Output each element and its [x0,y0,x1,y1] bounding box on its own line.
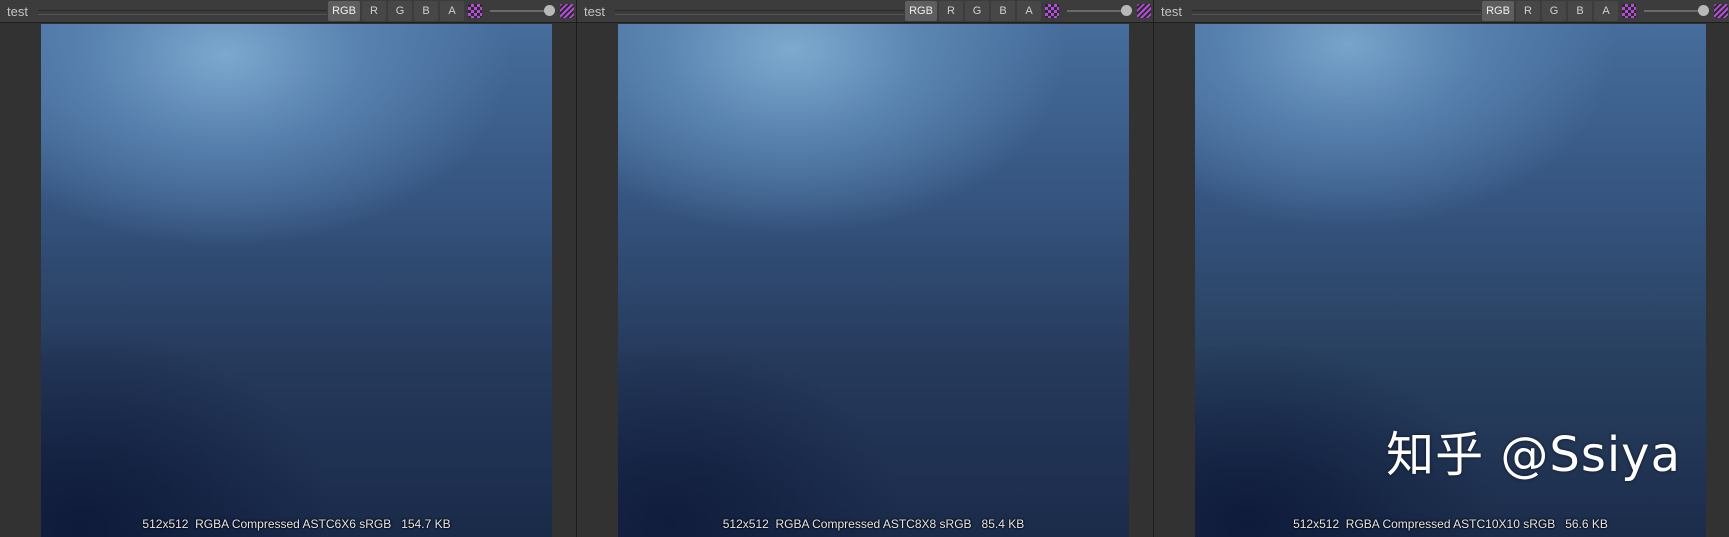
texture-info-label: 512x512 RGBA Compressed ASTC8X8 sRGB 85.… [722,517,1025,531]
channel-a-button[interactable]: A [1594,1,1618,21]
texture-preview-image: 512x512 RGBA Compressed ASTC6X6 sRGB 154… [41,24,552,537]
preview-toolbar: test RGB R G B A [0,0,576,23]
preview-title: test [7,4,28,19]
mip-slider-knob[interactable] [1698,5,1709,16]
watermark-text: 知乎 @Ssiya [1386,427,1681,483]
mip-slider[interactable] [490,10,552,12]
drag-handle[interactable] [615,10,904,15]
channel-r-button[interactable]: R [939,1,963,21]
channel-b-button[interactable]: B [1568,1,1592,21]
checkerboard-background-icon[interactable] [1045,4,1059,18]
preview-toolbar: test RGB R G B A [577,0,1153,23]
drag-handle[interactable] [38,10,327,15]
mip-slider[interactable] [1067,10,1129,12]
mip-slider-knob[interactable] [544,5,555,16]
transparency-stripe-icon[interactable] [1714,4,1728,18]
preview-title: test [584,4,605,19]
mip-slider-knob[interactable] [1121,5,1132,16]
checkerboard-background-icon[interactable] [468,4,482,18]
channel-b-button[interactable]: B [991,1,1015,21]
transparency-stripe-icon[interactable] [560,4,574,18]
preview-panel-astc10x10: test RGB R G B A 512x512 RGBA Compressed… [1154,0,1729,537]
channel-g-button[interactable]: G [1542,1,1566,21]
preview-panel-astc8x8: test RGB R G B A 512x512 RGBA Compressed… [577,0,1153,537]
channel-rgb-button[interactable]: RGB [905,1,937,21]
preview-toolbar: test RGB R G B A [1154,0,1729,23]
channel-r-button[interactable]: R [1516,1,1540,21]
channel-a-button[interactable]: A [440,1,464,21]
checkerboard-background-icon[interactable] [1622,4,1636,18]
preview-panel-astc6x6: test RGB R G B A 512x512 RGBA Compressed… [0,0,576,537]
drag-handle[interactable] [1192,10,1481,15]
channel-a-button[interactable]: A [1017,1,1041,21]
transparency-stripe-icon[interactable] [1137,4,1151,18]
channel-g-button[interactable]: G [388,1,412,21]
texture-info-label: 512x512 RGBA Compressed ASTC6X6 sRGB 154… [142,517,451,531]
channel-g-button[interactable]: G [965,1,989,21]
preview-title: test [1161,4,1182,19]
mip-slider[interactable] [1644,10,1706,12]
channel-b-button[interactable]: B [414,1,438,21]
channel-rgb-button[interactable]: RGB [1482,1,1514,21]
texture-preview-image: 512x512 RGBA Compressed ASTC8X8 sRGB 85.… [618,24,1129,537]
channel-rgb-button[interactable]: RGB [328,1,360,21]
texture-info-label: 512x512 RGBA Compressed ASTC10X10 sRGB 5… [1293,517,1608,531]
channel-r-button[interactable]: R [362,1,386,21]
